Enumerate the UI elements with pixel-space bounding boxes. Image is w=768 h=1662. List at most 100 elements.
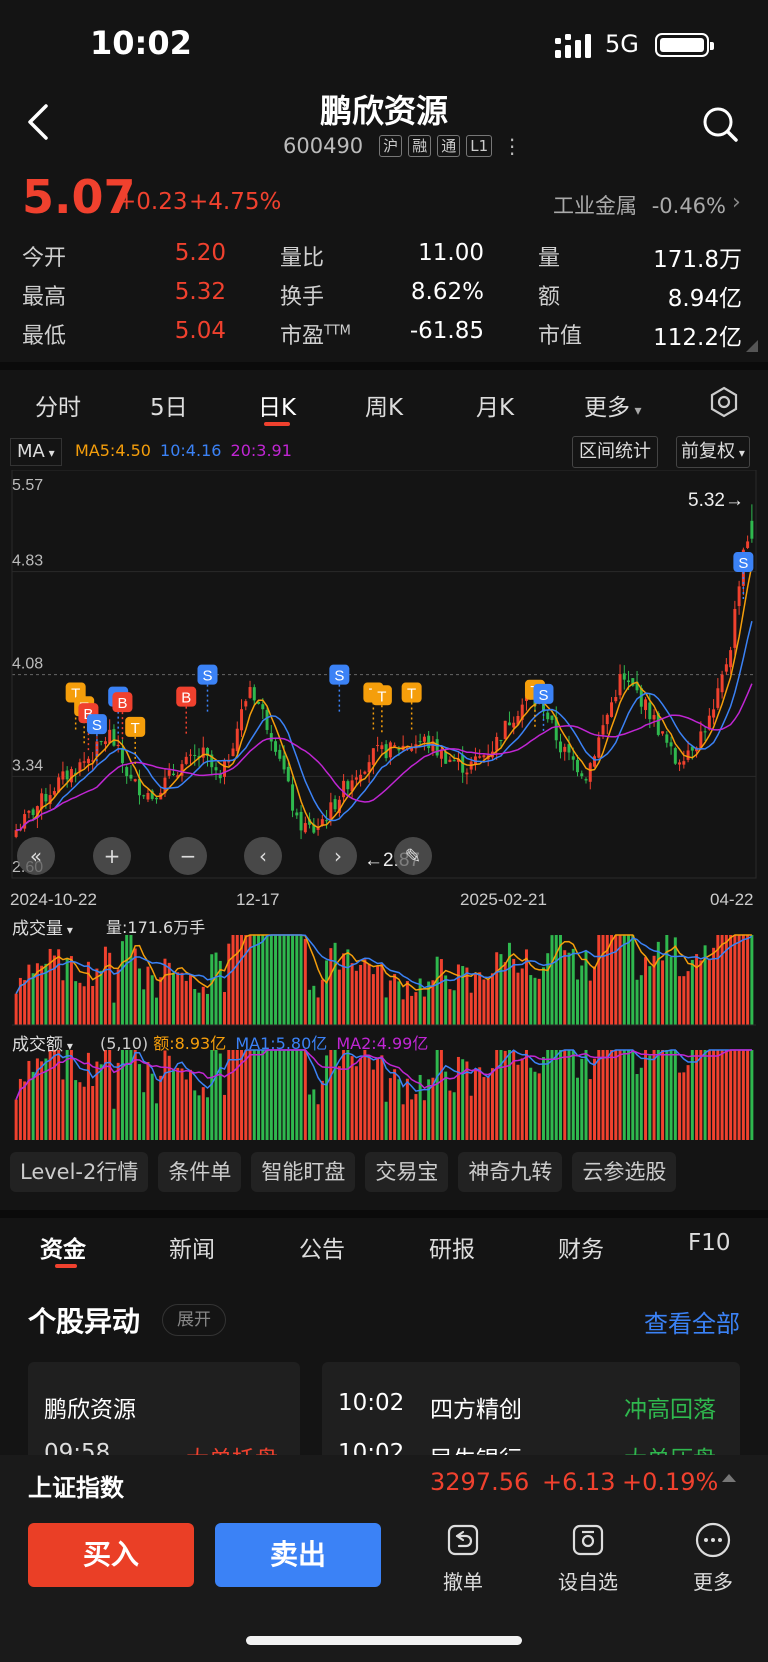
- tab-weekly-k[interactable]: 周K: [365, 388, 403, 422]
- volume-bar: [133, 948, 137, 1025]
- tab-announcements[interactable]: 公告: [299, 1230, 345, 1264]
- turnover-bar: [112, 1108, 116, 1140]
- tab-daily-k[interactable]: 日K: [258, 388, 296, 422]
- view-all-link[interactable]: 查看全部: [644, 1304, 740, 1339]
- caret-up-icon[interactable]: [722, 1474, 736, 1482]
- stat-label: 最低: [22, 324, 67, 349]
- sell-button[interactable]: 卖出: [215, 1523, 381, 1587]
- candle-body: [435, 739, 439, 756]
- feature-jiaoyibao[interactable]: 交易宝: [365, 1152, 449, 1192]
- feature-magic-nine[interactable]: 神奇九转: [458, 1152, 563, 1192]
- volume-bar: [537, 978, 541, 1025]
- candle-body: [422, 736, 426, 742]
- volume-dropdown[interactable]: 成交量 ▾: [12, 914, 73, 939]
- turnover-bar: [656, 1050, 660, 1140]
- tab-monthly-k[interactable]: 月K: [476, 388, 514, 422]
- candle-body: [418, 741, 422, 743]
- active-content-tab-indicator: [55, 1264, 77, 1268]
- cancel-order-button[interactable]: 撤单: [418, 1520, 508, 1595]
- tab-funds[interactable]: 资金: [40, 1230, 86, 1264]
- turnover-bar: [14, 1099, 18, 1140]
- candle-body: [125, 767, 129, 777]
- chevron-right-icon-glyph: ›: [334, 844, 342, 868]
- x-tick-label: 2024-10-22: [10, 890, 97, 909]
- ma-indicator-dropdown[interactable]: MA ▾: [10, 438, 62, 466]
- candle-body: [261, 704, 265, 710]
- volume-bar: [469, 992, 473, 1025]
- turnover-bar: [269, 1050, 273, 1140]
- tab-f10[interactable]: F10: [688, 1230, 731, 1256]
- add-watchlist-button[interactable]: 设自选: [543, 1520, 633, 1595]
- signal-marker-label: S: [202, 668, 212, 685]
- buy-button[interactable]: 买入: [28, 1523, 194, 1587]
- turnover-bar: [376, 1058, 380, 1140]
- turnover-bar: [610, 1050, 614, 1140]
- turnover-bar: [512, 1050, 516, 1140]
- stat-value: 5.04: [174, 318, 226, 344]
- chevron-right-icon[interactable]: ›: [732, 190, 741, 215]
- sector-link[interactable]: 工业金属 -0.46%: [553, 190, 726, 220]
- expand-button[interactable]: 展开: [162, 1304, 226, 1336]
- candle-body: [52, 791, 56, 795]
- volume-bar: [103, 946, 107, 1025]
- volume-bar: [550, 935, 554, 1025]
- y-tick-label: 4.83: [12, 553, 43, 570]
- volume-bar: [473, 973, 477, 1025]
- tab-news[interactable]: 新闻: [169, 1230, 215, 1264]
- volume-bar: [750, 935, 754, 1025]
- volume-bar: [210, 954, 214, 1025]
- turnover-bar: [371, 1069, 375, 1140]
- stat-label: 量比: [280, 246, 325, 271]
- signal-icon: [555, 34, 591, 58]
- turnover-bar: [529, 1067, 533, 1140]
- turnover-dropdown[interactable]: 成交额 ▾: [12, 1030, 73, 1055]
- tab-research[interactable]: 研报: [429, 1230, 475, 1264]
- corner-expand-icon[interactable]: [746, 340, 758, 352]
- feature-level2[interactable]: Level-2行情: [10, 1152, 149, 1192]
- candle-body: [108, 729, 112, 744]
- card-stock-name: 四方精创: [430, 1397, 522, 1423]
- volume-bar: [171, 972, 175, 1025]
- tab-more[interactable]: 更多 ▾: [584, 388, 641, 422]
- turnover-bar: [159, 1075, 163, 1140]
- tab-5day[interactable]: 5日: [150, 388, 188, 422]
- volume-bar: [163, 958, 167, 1025]
- range-stats-button[interactable]: 区间统计: [572, 436, 658, 468]
- adjust-dropdown[interactable]: 前复权 ▾: [676, 436, 750, 468]
- volume-bar: [308, 989, 312, 1025]
- candle-body: [686, 750, 690, 760]
- turnover-bar: [193, 1090, 197, 1140]
- turnover-bar: [665, 1050, 669, 1140]
- turnover-bar: [733, 1050, 737, 1140]
- turnover-bar: [456, 1056, 460, 1140]
- turnover-bar: [495, 1050, 499, 1140]
- candle-body: [31, 809, 35, 816]
- volume-bar: [376, 966, 380, 1025]
- x-tick-label: 2025-02-21: [460, 890, 547, 909]
- search-icon[interactable]: [700, 104, 740, 144]
- turnover-bar: [303, 1050, 307, 1140]
- turnover-bar: [176, 1067, 180, 1140]
- chevron-left-icon-glyph: ‹: [259, 844, 267, 868]
- feature-cloud-pick[interactable]: 云参选股: [572, 1152, 677, 1192]
- feature-smart-watch[interactable]: 智能盯盘: [251, 1152, 356, 1192]
- tab-financials[interactable]: 财务: [558, 1230, 604, 1264]
- tab-intraday[interactable]: 分时: [35, 388, 81, 422]
- volume-bar: [269, 935, 273, 1025]
- candle-body: [244, 701, 248, 707]
- feature-conditional-order[interactable]: 条件单: [158, 1152, 242, 1192]
- candle-body: [86, 758, 90, 764]
- card-stock-name: 鹏欣资源: [44, 1397, 136, 1423]
- more-vertical-icon[interactable]: ⋮: [502, 134, 522, 158]
- more-button[interactable]: 更多: [668, 1520, 758, 1595]
- volume-bar: [99, 970, 103, 1025]
- settings-hexagon-icon[interactable]: [708, 386, 740, 418]
- volume-bar: [354, 970, 358, 1025]
- turnover-bar: [712, 1050, 716, 1140]
- feature-row: Level-2行情 条件单 智能盯盘 交易宝 神奇九转 云参选股: [10, 1152, 677, 1192]
- candle-body: [733, 608, 737, 648]
- candle-body: [112, 729, 116, 746]
- volume-bar: [482, 979, 486, 1025]
- y-tick-label: 3.34: [12, 757, 43, 774]
- volume-bar: [567, 952, 571, 1025]
